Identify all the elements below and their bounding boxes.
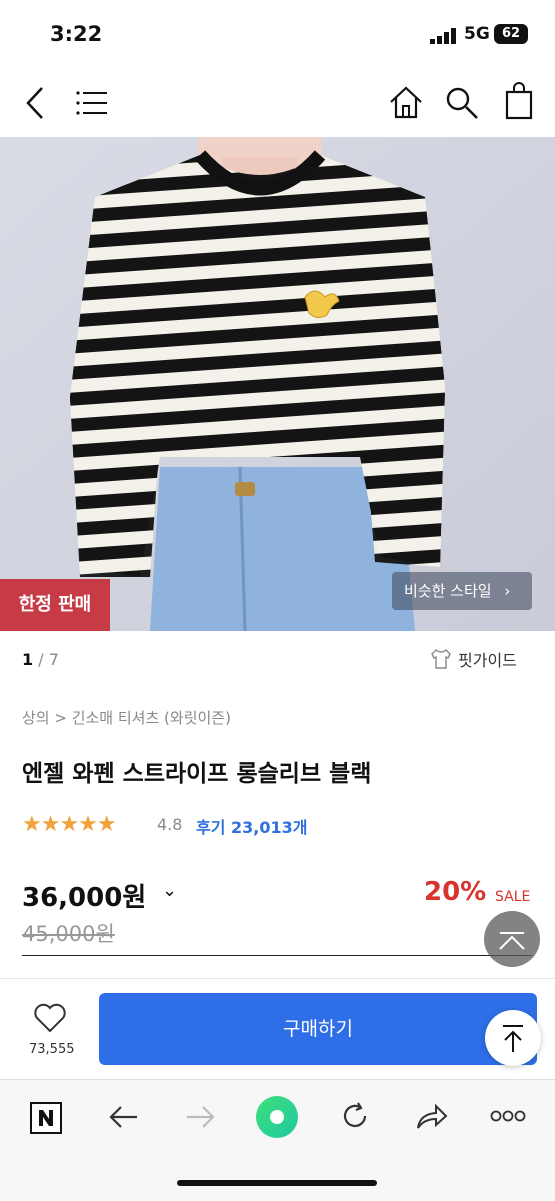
share-icon[interactable]	[416, 1102, 448, 1130]
menu-icon[interactable]	[76, 90, 108, 116]
signal-icon	[430, 28, 456, 44]
reviews-link[interactable]: 후기 23,013개	[196, 814, 307, 838]
discount-rate: 20%	[424, 877, 487, 907]
back-icon[interactable]	[24, 86, 46, 120]
status-bar: 3:22 5G 62	[0, 0, 555, 70]
network-label: 5G	[464, 24, 490, 44]
pager-separator: /	[38, 650, 44, 669]
heart-icon[interactable]	[34, 1003, 66, 1033]
green-dot-icon[interactable]	[255, 1095, 299, 1139]
product-price: 36,000원	[22, 883, 147, 913]
arrow-left-icon[interactable]	[108, 1104, 138, 1130]
status-time: 3:22	[50, 22, 103, 46]
pager-current: 1	[22, 650, 34, 669]
similar-style-label: 비슷한 스타일	[404, 582, 492, 600]
home-indicator	[177, 1180, 377, 1186]
like-count: 73,555	[29, 1042, 75, 1057]
product-title: 엔젤 와펜 스트라이프 롱슬리브 블랙	[22, 761, 372, 787]
top-nav	[0, 70, 555, 136]
refresh-icon[interactable]	[340, 1101, 370, 1131]
search-icon[interactable]	[445, 86, 479, 120]
breadcrumb[interactable]: 상의 > 긴소매 티셔츠 (와릿이즌)	[22, 707, 231, 728]
similar-style-button[interactable]: 비슷한 스타일 ›	[392, 572, 532, 610]
original-price: 45,000원	[22, 922, 115, 946]
arrow-up-icon	[503, 1025, 523, 1052]
product-photo	[0, 137, 555, 631]
arrow-right-icon[interactable]	[186, 1104, 216, 1130]
pager-total: 7	[48, 650, 59, 669]
divider	[22, 955, 532, 956]
scroll-up-button[interactable]	[484, 911, 540, 967]
fit-guide-label: 핏가이드	[458, 651, 517, 670]
chevron-down-icon[interactable]: ⌄	[162, 880, 177, 901]
battery-icon: 62	[494, 24, 528, 44]
image-pager: 1 / 7	[22, 650, 59, 669]
chevron-right-icon: ›	[504, 582, 511, 600]
home-icon[interactable]	[388, 84, 424, 120]
product-image[interactable]	[0, 137, 555, 631]
chevron-up-icon	[499, 932, 525, 950]
shopping-bag-icon[interactable]	[504, 82, 534, 120]
scroll-to-top-button[interactable]	[485, 1010, 541, 1066]
sale-label: SALE	[495, 889, 531, 905]
rating-value: 4.8	[157, 815, 183, 834]
star-rating-icon: ★★★★★	[22, 812, 117, 837]
fit-guide-button[interactable]: 핏가이드	[430, 647, 517, 671]
buy-button[interactable]: 구매하기	[99, 993, 537, 1065]
shirt-icon	[431, 649, 451, 669]
more-icon[interactable]	[490, 1110, 526, 1122]
limited-sale-badge: 한정 판매	[0, 579, 110, 631]
naver-icon[interactable]	[30, 1102, 62, 1134]
